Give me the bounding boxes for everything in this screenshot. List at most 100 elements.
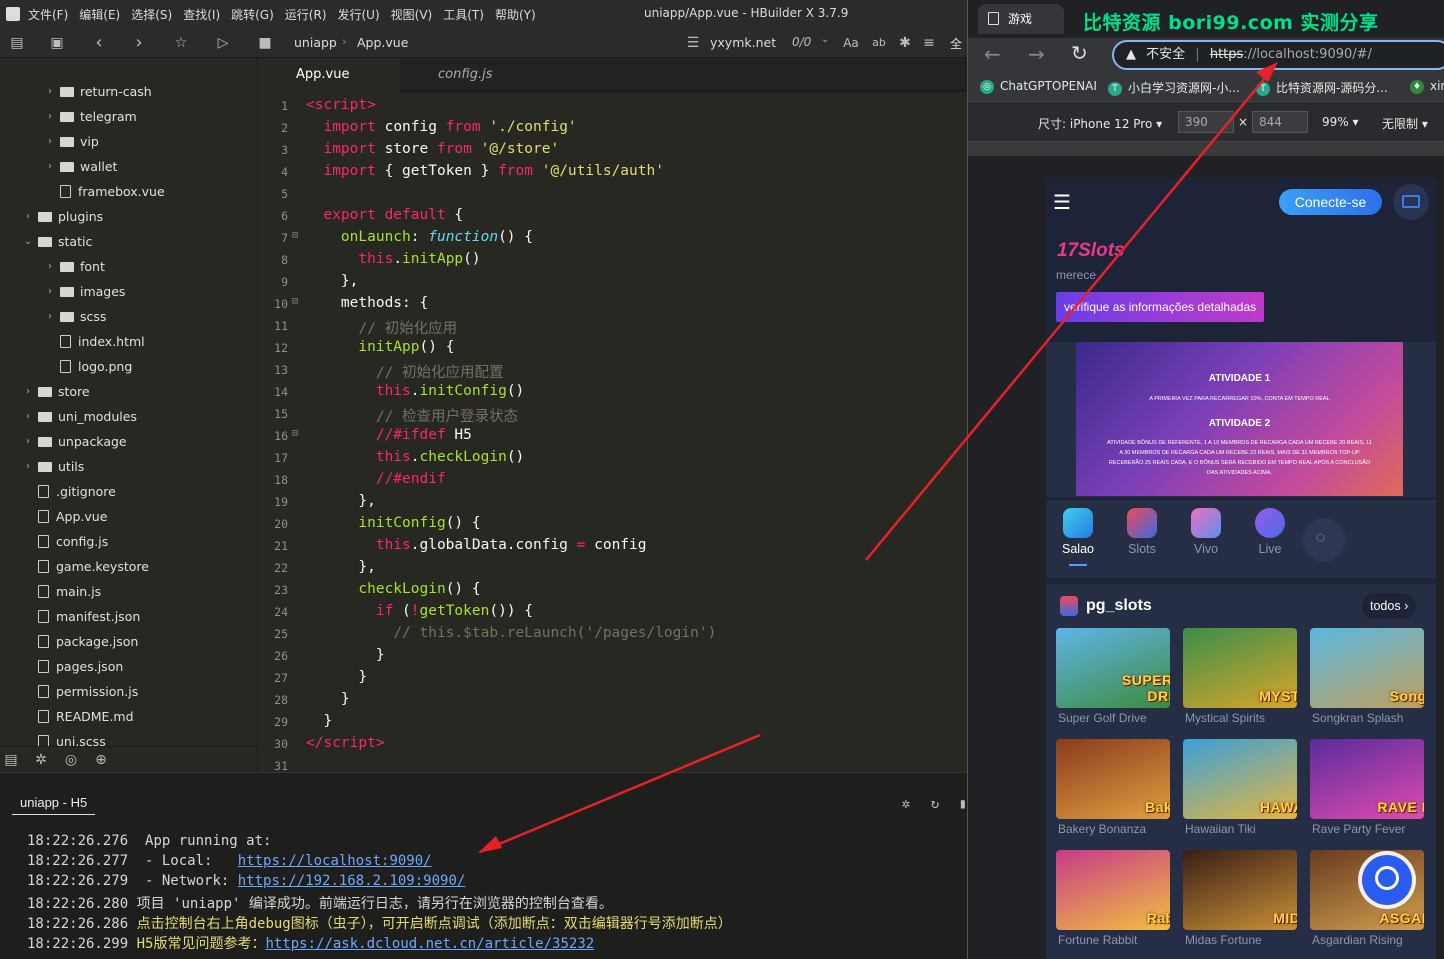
line-number[interactable]: 25 — [258, 627, 288, 641]
line-number[interactable]: 11 — [258, 319, 288, 333]
debug-bug-icon[interactable]: ✲ — [32, 751, 50, 769]
line-number[interactable]: 27 — [258, 671, 288, 685]
menu-select[interactable]: 选择(S) — [131, 6, 172, 23]
console-link[interactable]: https://localhost:9090/ — [238, 853, 432, 869]
tree-item[interactable]: package.json — [22, 629, 138, 654]
tree-item[interactable]: › scss — [44, 304, 106, 329]
tree-item[interactable]: App.vue — [22, 504, 107, 529]
new-file-icon[interactable]: ▤ — [8, 34, 26, 52]
tree-item[interactable]: › wallet — [44, 154, 117, 179]
back-icon[interactable]: ‹ — [90, 34, 108, 52]
game-thumbnail[interactable]: Bakery — [1056, 739, 1170, 819]
chevron-right-icon[interactable]: › — [44, 279, 56, 304]
file-panel-icon[interactable]: ▤ — [2, 751, 20, 769]
tree-item[interactable]: › plugins — [22, 204, 103, 229]
chevron-right-icon[interactable]: › — [44, 129, 56, 154]
bookmark-item[interactable]: ◎ ChatGPTOPENAI — [980, 79, 1097, 94]
chevron-right-icon[interactable]: › — [22, 454, 34, 479]
height-input[interactable]: 844 — [1252, 111, 1308, 133]
search-button[interactable]: ○ — [1302, 518, 1346, 562]
tree-item[interactable]: › uni_modules — [22, 404, 137, 429]
menu-run[interactable]: 运行(R) — [285, 6, 327, 23]
tree-item[interactable]: main.js — [22, 579, 101, 604]
line-number[interactable]: 24 — [258, 605, 288, 619]
game-card[interactable]: RAVE PARTY Rave Party Fever — [1310, 739, 1424, 836]
tree-item[interactable]: pages.json — [22, 654, 123, 679]
game-thumbnail[interactable]: Songkran — [1310, 628, 1424, 708]
tree-item[interactable]: ⌄ static — [22, 229, 93, 254]
menu-tools[interactable]: 工具(T) — [443, 6, 484, 23]
game-thumbnail[interactable]: RAVE PARTY — [1310, 739, 1424, 819]
chevron-down-icon[interactable]: ⌄ — [821, 34, 829, 45]
line-number[interactable]: 23 — [258, 583, 288, 597]
line-number[interactable]: 17 — [258, 451, 288, 465]
line-number[interactable]: 20 — [258, 517, 288, 531]
globe-icon[interactable]: ⊕ — [92, 751, 110, 769]
chevron-right-icon[interactable]: › — [22, 404, 34, 429]
code-editor[interactable]: 1 <script> 2 import config from './config'… — [258, 92, 967, 773]
login-button[interactable]: Conecte-se — [1279, 189, 1382, 215]
menu-edit[interactable]: 编辑(E) — [79, 6, 120, 23]
browser-tab[interactable]: 游戏 — [978, 4, 1064, 34]
category-slots[interactable]: Slots — [1112, 508, 1172, 556]
game-card[interactable]: Rabbit Fortune Rabbit — [1056, 850, 1170, 947]
tree-item[interactable]: › return-cash — [44, 79, 152, 104]
see-all-button[interactable]: todos › — [1362, 593, 1417, 619]
reload-icon[interactable]: ↻ — [1071, 41, 1088, 65]
line-number[interactable]: 22 — [258, 561, 288, 575]
chevron-right-icon[interactable]: › — [22, 379, 34, 404]
zoom-select[interactable]: 99% ▾ — [1322, 115, 1359, 129]
game-thumbnail[interactable]: Rabbit — [1056, 850, 1170, 930]
fold-icon[interactable]: ⊟ — [292, 230, 298, 241]
console-link[interactable]: https://ask.dcloud.net.cn/article/35232 — [265, 936, 594, 952]
bookmark-star-icon[interactable]: ☆ — [172, 34, 190, 52]
tree-item[interactable]: game.keystore — [22, 554, 149, 579]
back-arrow-icon[interactable]: ← — [984, 42, 1001, 66]
line-number[interactable]: 14 — [258, 385, 288, 399]
line-number[interactable]: 10 — [258, 297, 288, 311]
promo-banner-image[interactable]: ATIVIDADE 1 A PRIMEIRA VEZ PARA RECARREG… — [1076, 342, 1403, 496]
project-icon[interactable]: ■ — [256, 34, 274, 52]
line-number[interactable]: 28 — [258, 693, 288, 707]
tree-item[interactable]: › vip — [44, 129, 99, 154]
bookmark-item[interactable]: T 小白学习资源网-小... — [1108, 79, 1240, 96]
tree-item[interactable]: › font — [44, 254, 105, 279]
menu-lines-icon[interactable]: ≡ — [920, 34, 938, 52]
line-number[interactable]: 7 — [258, 231, 288, 245]
chevron-right-icon[interactable]: › — [44, 104, 56, 129]
line-number[interactable]: 3 — [258, 143, 288, 157]
tree-item[interactable]: .gitignore — [22, 479, 116, 504]
line-number[interactable]: 6 — [258, 209, 288, 223]
forward-icon[interactable]: › — [130, 34, 148, 52]
chevron-right-icon[interactable]: › — [22, 204, 34, 229]
throttle-select[interactable]: 无限制 ▾ — [1382, 115, 1428, 132]
menu-view[interactable]: 视图(V) — [391, 6, 433, 23]
fold-icon[interactable]: ⊟ — [292, 428, 298, 439]
line-number[interactable]: 4 — [258, 165, 288, 179]
chevron-right-icon[interactable]: › — [22, 429, 34, 454]
line-number[interactable]: 8 — [258, 253, 288, 267]
line-number[interactable]: 31 — [258, 759, 288, 773]
tab-app-vue[interactable]: App.vue — [258, 58, 400, 92]
regex-icon[interactable]: ✱ — [896, 34, 914, 52]
tab-config-js[interactable]: config.js — [400, 58, 542, 92]
line-number[interactable]: 15 — [258, 407, 288, 421]
git-icon[interactable]: ◎ — [62, 751, 80, 769]
game-thumbnail[interactable]: MIDAS — [1183, 850, 1297, 930]
tree-item[interactable]: README.md — [22, 704, 134, 729]
line-number[interactable]: 30 — [258, 737, 288, 751]
details-button[interactable]: verifique as informações detalhadas — [1056, 292, 1265, 322]
hamburger-menu-icon[interactable]: ☰ — [1053, 190, 1071, 215]
line-number[interactable]: 19 — [258, 495, 288, 509]
tree-item[interactable]: logo.png — [44, 354, 132, 379]
line-number[interactable]: 29 — [258, 715, 288, 729]
game-card[interactable]: Bakery Bakery Bonanza — [1056, 739, 1170, 836]
game-card[interactable]: MIDAS Midas Fortune — [1183, 850, 1297, 947]
line-number[interactable]: 1 — [258, 99, 288, 113]
fold-icon[interactable]: ⊟ — [292, 296, 298, 307]
console-link[interactable]: https://192.168.2.109:9090/ — [238, 873, 466, 889]
tree-item[interactable]: manifest.json — [22, 604, 140, 629]
whole-word-icon[interactable]: ab — [870, 34, 888, 52]
mail-button[interactable] — [1393, 184, 1429, 220]
line-number[interactable]: 5 — [258, 187, 288, 201]
